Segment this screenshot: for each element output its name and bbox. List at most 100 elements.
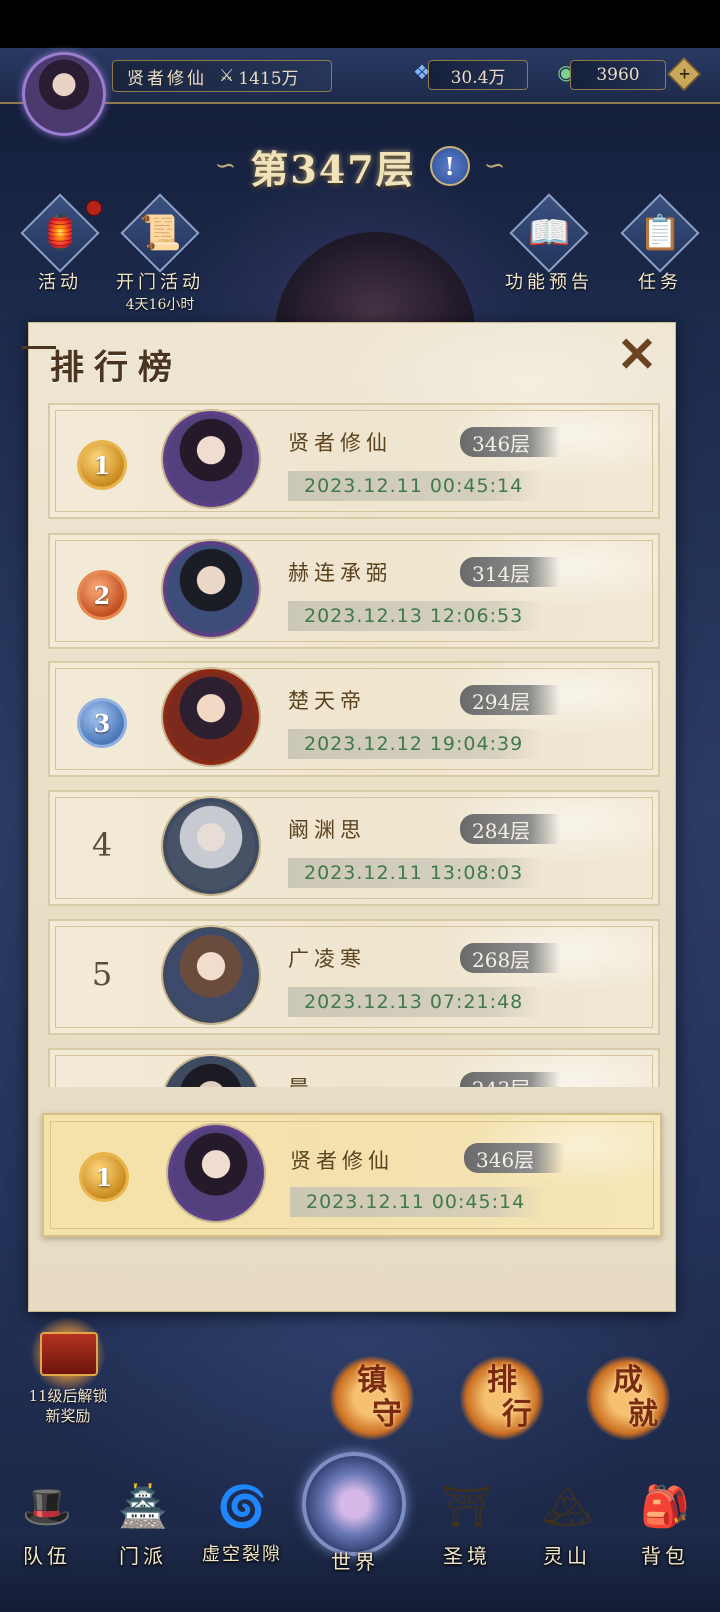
nav-team[interactable]: 🎩 队伍	[2, 1474, 92, 1569]
rank-number: 5	[91, 955, 113, 993]
player-name-plate[interactable]: 贤者修仙 ⚔ 1415万	[112, 60, 332, 92]
player-name: 贤者修仙	[290, 1149, 394, 1173]
nav-world-label: 世界	[331, 1550, 379, 1574]
nav-sect-label: 门派	[119, 1544, 167, 1568]
achievement-label-1: 成	[613, 1363, 643, 1398]
vortex-icon: 🌀	[217, 1483, 267, 1530]
record-time: 2023.12.11 00:45:14	[290, 1187, 546, 1217]
chest-unlock-text: 11级后解锁 新奖励	[10, 1386, 126, 1426]
resource-jade[interactable]: 3960	[570, 60, 666, 90]
lantern-icon: 🏮	[38, 213, 82, 253]
chest-text-line: 新奖励	[45, 1407, 91, 1425]
achievement-label-2: 就	[628, 1397, 658, 1432]
player-name: 楚天帝	[288, 689, 366, 713]
my-ranking-row[interactable]: 1 贤者修仙 346层 2023.12.11 00:45:14	[42, 1113, 662, 1237]
ranking-row-6[interactable]: 晨 243层	[48, 1048, 660, 1087]
floor-title-text: 第347层	[250, 146, 416, 192]
nav-world[interactable]: 世界	[310, 1494, 400, 1575]
nav-holy-land-label: 圣境	[443, 1544, 491, 1568]
exclamation-icon: !	[444, 151, 455, 181]
resource-gem-value: 30.4万	[450, 67, 506, 88]
player-name: 阚渊思	[288, 818, 366, 842]
nav-backpack-label: 背包	[641, 1544, 689, 1568]
avatar[interactable]	[168, 1125, 264, 1221]
floor-badge: 284层	[460, 814, 560, 844]
plus-icon: +	[678, 64, 691, 83]
ranking-row-5[interactable]: 5 广凌寒 268层 2023.12.13 07:21:48	[48, 919, 660, 1035]
avatar[interactable]	[163, 927, 259, 1023]
player-name: 贤者修仙	[288, 431, 392, 455]
bronze-medal-icon: 3	[80, 701, 124, 745]
nav-void-rift[interactable]: 🌀 虚空裂隙	[190, 1474, 294, 1566]
nav-spirit-mountain-label: 灵山	[543, 1544, 591, 1568]
mountain-icon: 🏔	[541, 1483, 593, 1530]
avatar[interactable]	[163, 541, 259, 637]
resource-jade-value: 3960	[596, 65, 640, 85]
close-icon[interactable]: ✕	[612, 330, 662, 380]
player-avatar[interactable]	[22, 52, 106, 136]
resource-gem[interactable]: 30.4万	[428, 60, 528, 90]
player-name: 赫连承弼	[288, 561, 392, 585]
panel-title: 排行榜	[50, 348, 182, 388]
chest-text-line: 11级后解锁	[28, 1387, 108, 1405]
ranking-row-3[interactable]: 3 楚天帝 294层 2023.12.12 19:04:39	[48, 661, 660, 777]
floor-info-button[interactable]: !	[429, 146, 470, 186]
record-time: 2023.12.12 19:04:39	[288, 729, 544, 759]
menu-opening-activity-countdown: 4天16小时	[125, 297, 195, 313]
record-time: 2023.12.13 12:06:53	[288, 601, 544, 631]
book-scroll-icon: 📖	[527, 213, 571, 253]
crossed-swords-icon: ⚔	[219, 66, 235, 86]
rank-number: 4	[91, 826, 113, 864]
nav-holy-land[interactable]: ⛩ 圣境	[422, 1474, 512, 1569]
record-time: 2023.12.11 00:45:14	[288, 471, 544, 501]
floor-badge: 268层	[460, 943, 560, 973]
avatar[interactable]	[163, 411, 259, 507]
avatar[interactable]	[163, 798, 259, 894]
nav-spirit-mountain[interactable]: 🏔 灵山	[522, 1474, 612, 1569]
guard-button[interactable]: 镇 守	[330, 1356, 414, 1440]
nav-sect[interactable]: 🏯 门派	[98, 1474, 188, 1569]
nav-team-label: 队伍	[23, 1544, 71, 1568]
menu-tasks[interactable]: 📋 任务	[610, 193, 710, 294]
record-time: 2023.12.11 13:08:03	[288, 858, 544, 888]
notification-dot	[86, 200, 102, 216]
combat-power: ⚔ 1415万	[219, 64, 299, 89]
ranking-row-4[interactable]: 4 阚渊思 284层 2023.12.11 13:08:03	[48, 790, 660, 906]
silver-medal-icon: 2	[80, 573, 124, 617]
avatar[interactable]	[163, 1056, 259, 1087]
player-name: 广凌寒	[288, 947, 366, 971]
hat-icon: 🎩	[22, 1483, 72, 1530]
temple-icon: ⛩	[441, 1483, 493, 1530]
ranking-label-2: 行	[502, 1397, 532, 1432]
cloud-swirl-icon: ∽	[214, 151, 237, 181]
nav-backpack[interactable]: 🎒 背包	[620, 1474, 710, 1569]
floor-badge: 346层	[464, 1143, 564, 1173]
guard-label-1: 镇	[357, 1363, 387, 1398]
achievement-button[interactable]: 成 就	[586, 1356, 670, 1440]
status-bar	[0, 0, 720, 48]
menu-feature-preview[interactable]: 📖 功能预告	[494, 193, 604, 294]
combat-power-value: 1415万	[238, 68, 299, 89]
floor-badge: 294层	[460, 685, 560, 715]
menu-opening-activity[interactable]: 📜 开门活动 4天16小时	[110, 193, 210, 314]
guard-label-2: 守	[372, 1397, 402, 1432]
floor-title: ∽ 第347层 ! ∽	[200, 138, 520, 194]
floor-badge: 314层	[460, 557, 560, 587]
gold-medal-icon: 1	[82, 1155, 126, 1199]
ranking-list[interactable]: 1 贤者修仙 346层 2023.12.11 00:45:14 2 赫连承弼 3…	[48, 403, 660, 1087]
world-spacer	[320, 1494, 390, 1544]
task-scroll-icon: 📋	[638, 213, 682, 253]
pagoda-icon: 🏯	[118, 1483, 168, 1530]
ranking-button[interactable]: 排 行	[460, 1356, 544, 1440]
nav-void-rift-label: 虚空裂隙	[202, 1544, 282, 1565]
avatar[interactable]	[163, 669, 259, 765]
ranking-label-1: 排	[487, 1363, 517, 1398]
floor-badge: 243层	[460, 1072, 560, 1087]
player-name: 晨	[288, 1072, 314, 1087]
backpack-icon: 🎒	[640, 1483, 690, 1530]
record-time: 2023.12.13 07:21:48	[288, 987, 544, 1017]
ranking-row-2[interactable]: 2 赫连承弼 314层 2023.12.13 12:06:53	[48, 533, 660, 649]
ranking-row-1[interactable]: 1 贤者修仙 346层 2023.12.11 00:45:14	[48, 403, 660, 519]
player-name: 贤者修仙	[127, 68, 207, 89]
treasure-chest-icon[interactable]	[40, 1332, 98, 1376]
